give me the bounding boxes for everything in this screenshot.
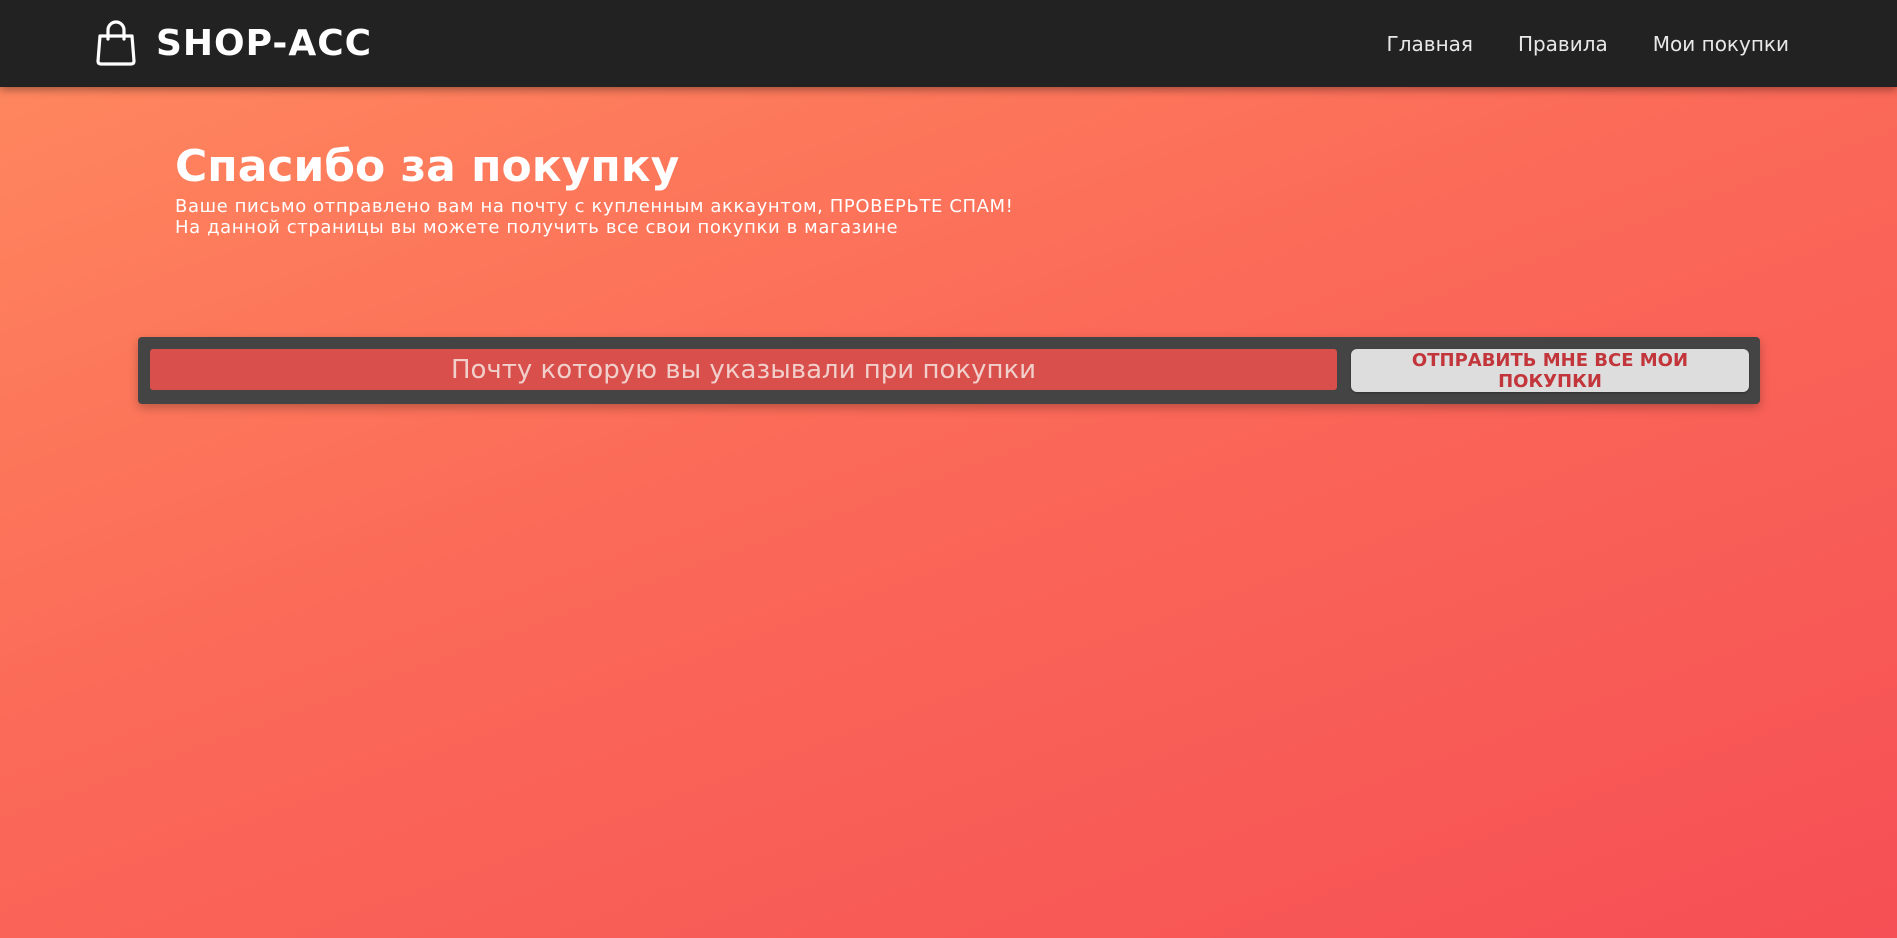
- brand-name: SHOP-ACC: [156, 22, 373, 64]
- email-input[interactable]: [150, 349, 1337, 390]
- nav-link-home[interactable]: Главная: [1387, 32, 1473, 56]
- main-nav: Главная Правила Мои покупки: [1387, 0, 1789, 87]
- shopping-bag-icon: [96, 20, 136, 66]
- nav-link-rules[interactable]: Правила: [1518, 32, 1608, 56]
- spam-notice: Ваше письмо отправлено вам на почту с ку…: [175, 196, 1014, 217]
- thank-you-section: Спасибо за покупку Ваше письмо отправлен…: [175, 138, 1014, 238]
- purchases-request-form: ОТПРАВИТЬ МНЕ ВСЕ МОИ ПОКУПКИ: [138, 337, 1760, 404]
- page-title: Спасибо за покупку: [175, 141, 680, 192]
- brand-link[interactable]: SHOP-ACC: [92, 17, 372, 69]
- send-purchases-button[interactable]: ОТПРАВИТЬ МНЕ ВСЕ МОИ ПОКУПКИ: [1351, 349, 1749, 392]
- page-description: На данной страницы вы можете получить вс…: [175, 217, 899, 238]
- top-navbar: SHOP-ACC Главная Правила Мои покупки: [0, 0, 1897, 87]
- nav-link-my-purchases[interactable]: Мои покупки: [1653, 32, 1789, 56]
